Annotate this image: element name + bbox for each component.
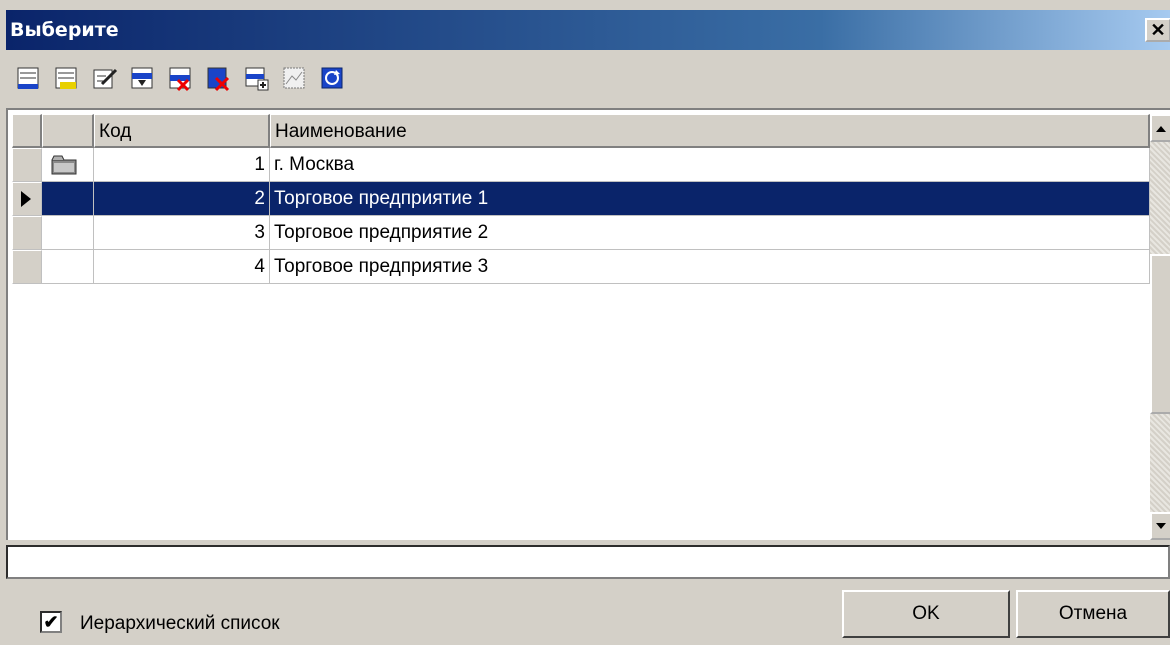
column-header-name[interactable]: Наименование	[270, 114, 1150, 148]
move-into-group-button[interactable]	[128, 62, 158, 94]
ok-button[interactable]: OK	[842, 590, 1010, 638]
row-indicator	[12, 216, 42, 250]
search-input[interactable]	[6, 545, 1170, 579]
filter-icon	[283, 67, 305, 89]
cell-code: 3	[94, 216, 270, 250]
row-icon-cell	[42, 182, 94, 216]
title-bar: Выберите ✕	[6, 10, 1170, 50]
cell-name: Торговое предприятие 2	[270, 216, 1150, 250]
column-header-code[interactable]: Код	[94, 114, 270, 148]
current-row-arrow-icon	[21, 191, 31, 207]
row-indicator	[12, 250, 42, 284]
mark-delete-button[interactable]	[166, 62, 196, 94]
header-indicator-cell	[12, 114, 42, 148]
copy-record-icon	[245, 67, 269, 91]
row-icon-cell	[42, 250, 94, 284]
delete-record-button[interactable]	[204, 62, 234, 94]
add-record-button[interactable]	[14, 62, 44, 94]
row-icon-cell	[42, 216, 94, 250]
row-indicator	[12, 148, 42, 182]
edit-record-icon	[93, 68, 118, 89]
refresh-icon	[321, 67, 343, 89]
cancel-button[interactable]: Отмена	[1016, 590, 1170, 638]
close-icon: ✕	[1150, 20, 1166, 40]
row-icon-cell	[42, 148, 94, 182]
delete-mark-icon	[169, 67, 191, 92]
records-grid[interactable]: Код Наименование 1 г. Москва 2 Торговое …	[6, 108, 1170, 540]
scrollbar-thumb[interactable]	[1150, 254, 1170, 414]
cell-name: Торговое предприятие 3	[270, 250, 1150, 284]
move-into-group-icon	[131, 67, 153, 89]
window-title: Выберите	[10, 19, 119, 41]
add-record-icon	[17, 67, 39, 89]
scroll-up-button[interactable]	[1150, 114, 1170, 142]
row-indicator	[12, 182, 42, 216]
close-button[interactable]: ✕	[1145, 18, 1170, 42]
arrow-down-icon	[1156, 523, 1166, 529]
cell-code: 1	[94, 148, 270, 182]
refresh-button[interactable]	[318, 62, 348, 94]
edit-record-button[interactable]	[90, 62, 120, 94]
folder-icon	[51, 155, 77, 175]
copy-record-button[interactable]	[242, 62, 272, 94]
hierarchy-checkbox-label: Иерархический список	[80, 613, 280, 634]
cell-code: 2	[94, 182, 270, 216]
cell-code: 4	[94, 250, 270, 284]
filter-button[interactable]	[280, 62, 310, 94]
cell-name: Торговое предприятие 1	[270, 182, 1150, 216]
toolbar	[14, 62, 474, 98]
cell-name: г. Москва	[270, 148, 1150, 182]
delete-record-icon	[207, 67, 230, 92]
add-group-icon	[55, 67, 77, 89]
arrow-up-icon	[1156, 126, 1166, 132]
scroll-down-button[interactable]	[1150, 512, 1170, 540]
add-group-button[interactable]	[52, 62, 82, 94]
hierarchy-checkbox[interactable]: ✔	[40, 611, 62, 633]
vertical-scrollbar[interactable]	[1150, 114, 1170, 540]
header-icon-cell	[42, 114, 94, 148]
